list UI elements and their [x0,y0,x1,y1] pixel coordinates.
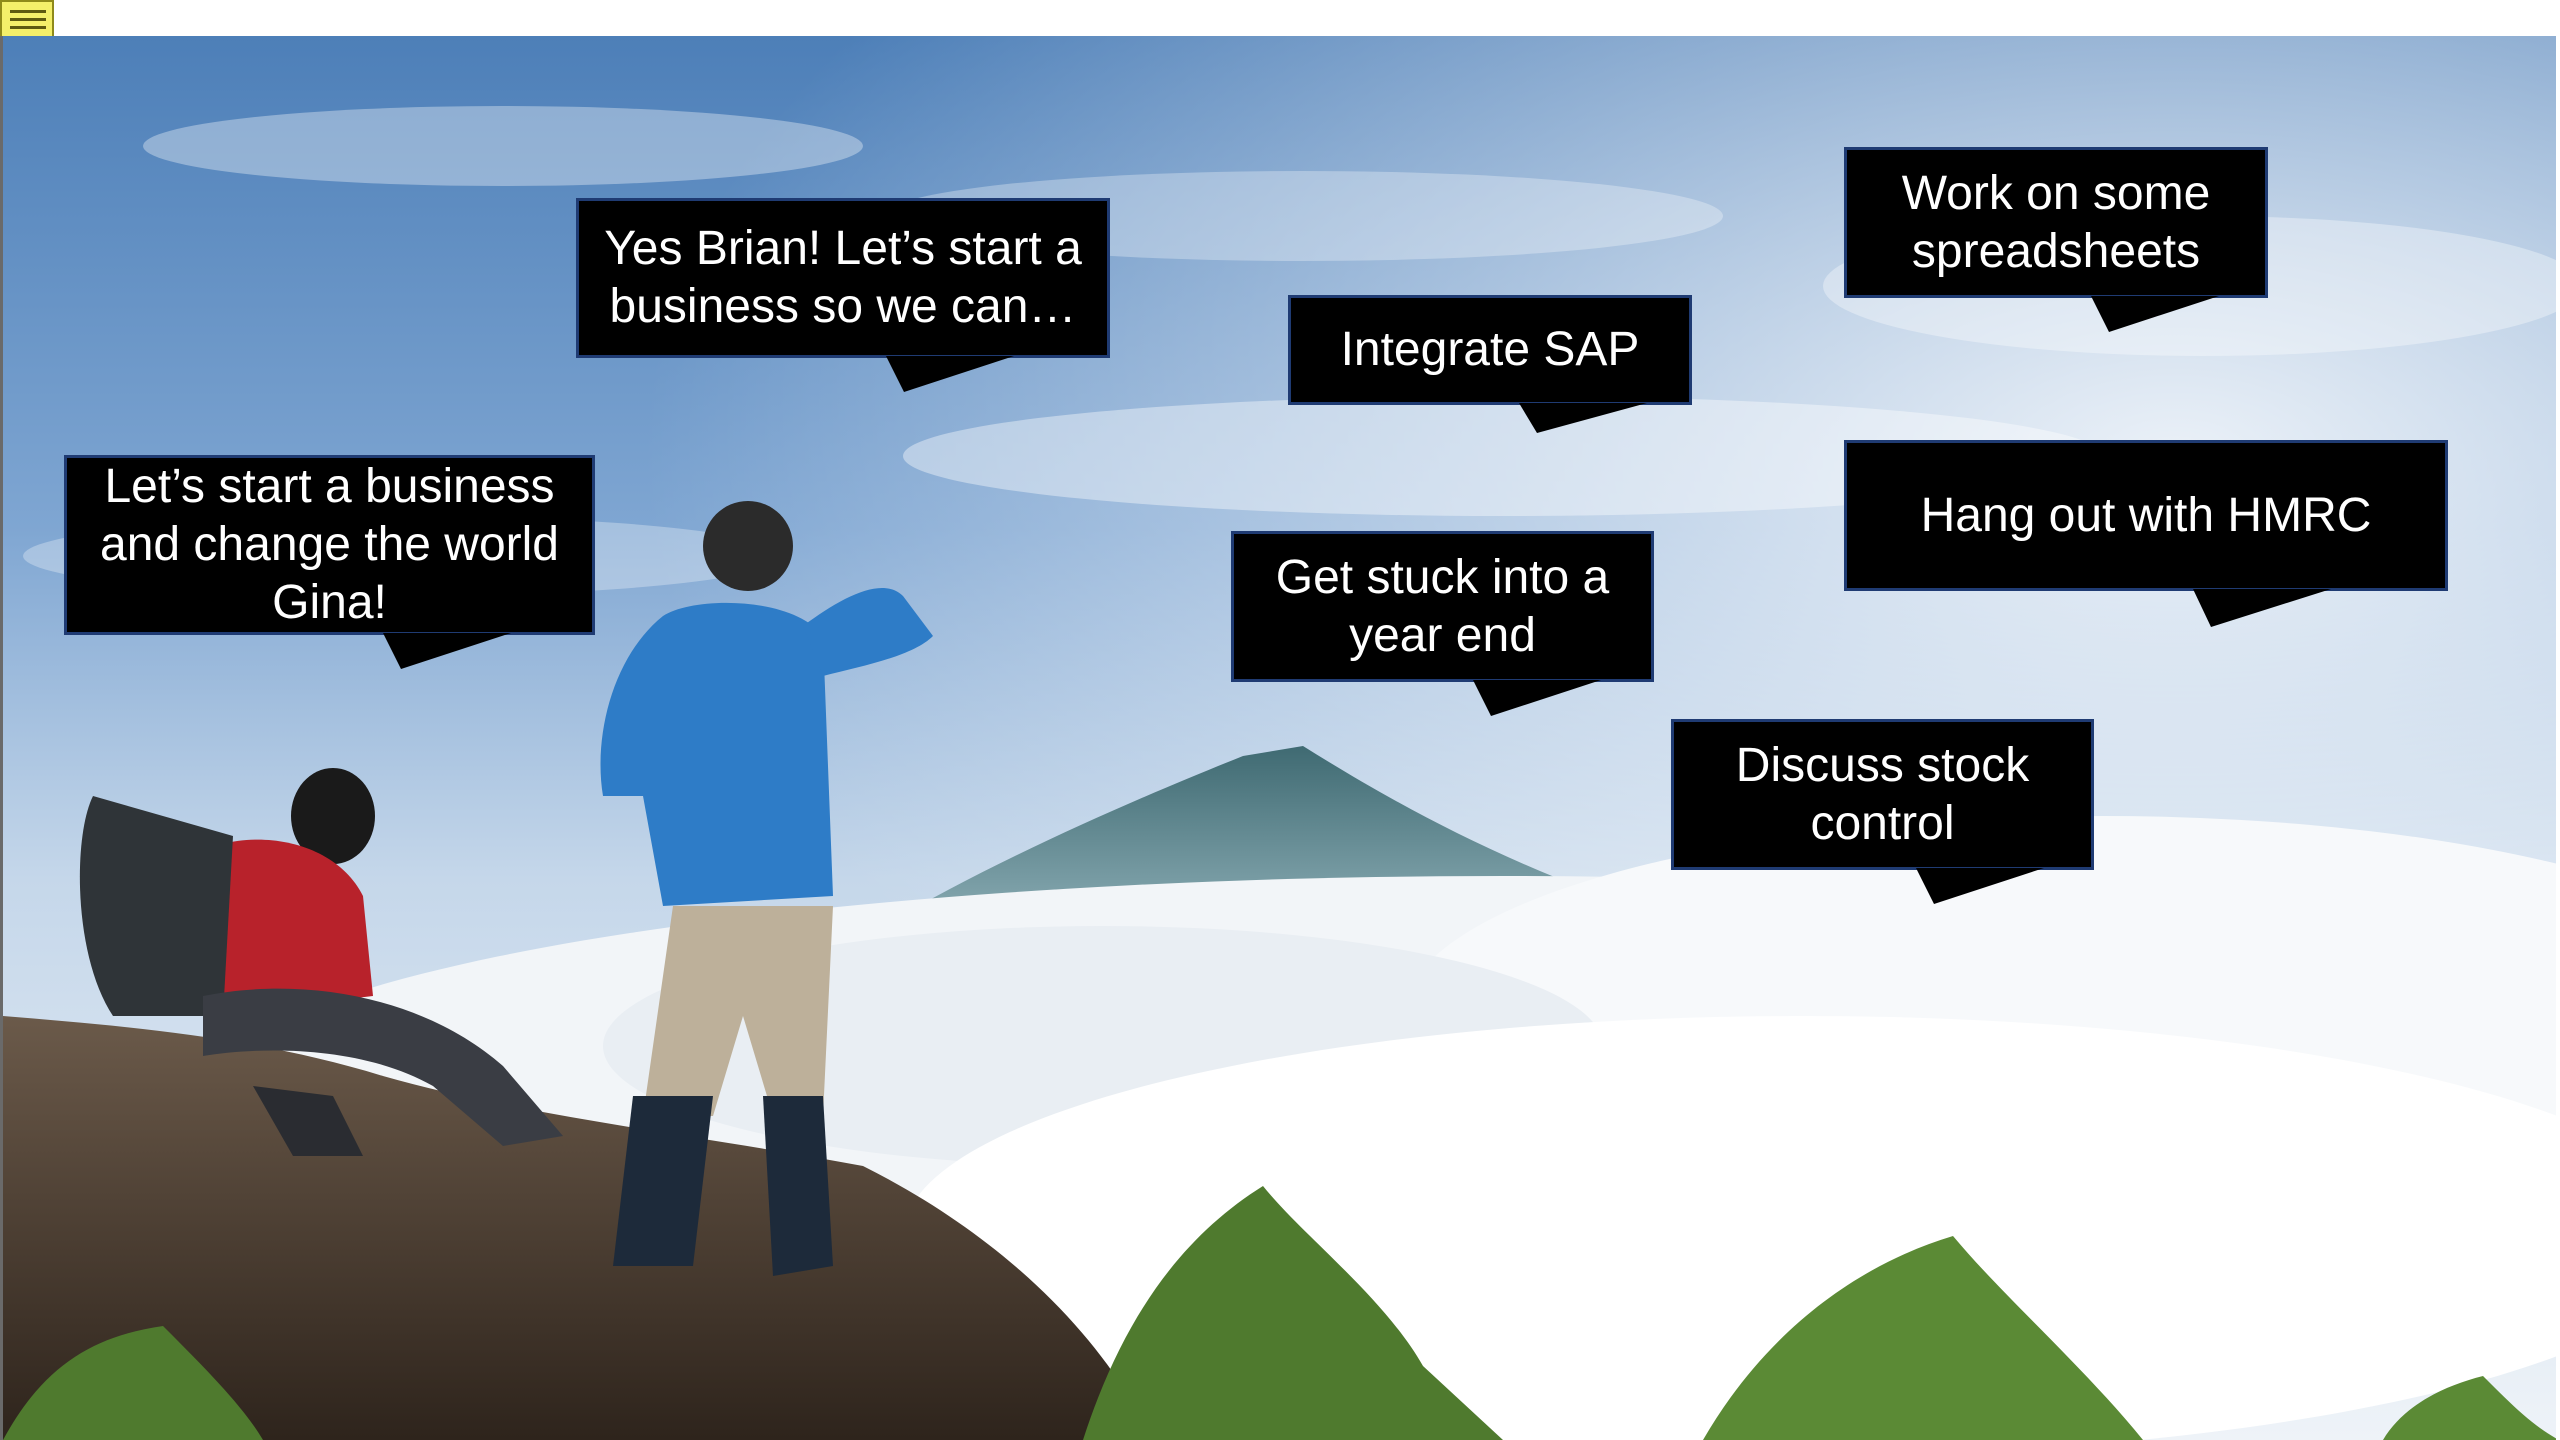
speech-bubble-text: Hang out with HMRC [1920,488,2372,542]
speech-bubble-text: Discuss stock control [1735,738,2030,850]
speech-bubble-lets-start[interactable]: Let’s start a business and change the wo… [64,455,595,635]
speech-bubble-year-end[interactable]: Get stuck into a year end [1231,531,1654,682]
speech-bubble-text: Work on some spreadsheets [1901,166,2211,278]
speech-bubble-yes-brian[interactable]: Yes Brian! Let’s start a business so we … [576,198,1110,358]
speech-bubble-text: Yes Brian! Let’s start a business so we … [604,222,1082,333]
slide: Let’s start a business and change the wo… [0,36,2556,1440]
speech-bubble-hmrc[interactable]: Hang out with HMRC [1844,440,2448,591]
speech-bubble-text: Get stuck into a year end [1275,550,1610,662]
speech-bubble-tail [2091,296,2219,332]
speech-bubble-tail [2193,589,2331,627]
speech-bubble-tail [1473,680,1601,716]
speech-bubble-stock-control[interactable]: Discuss stock control [1671,719,2094,870]
speech-bubble-integrate-sap[interactable]: Integrate SAP [1288,295,1692,405]
speech-bubble-tail [1916,868,2044,904]
speech-bubble-spreadsheets[interactable]: Work on some spreadsheets [1844,147,2268,298]
speech-bubble-text: Integrate SAP [1340,323,1640,376]
speech-bubble-text: Let’s start a business and change the wo… [100,460,559,629]
speech-bubble-tail [886,356,1014,392]
slide-viewer: Let’s start a business and change the wo… [0,0,2560,1440]
speech-bubble-tail [1519,403,1647,433]
speech-bubble-tail [383,633,511,669]
